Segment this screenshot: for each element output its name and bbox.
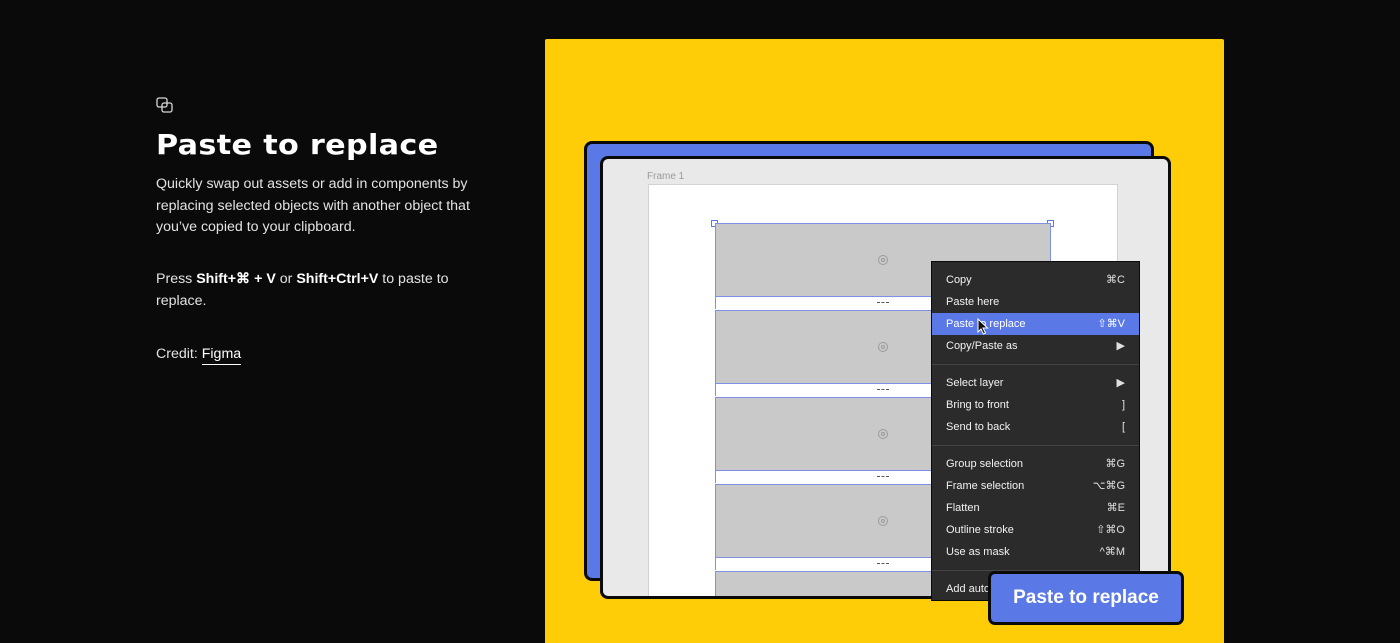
menu-label: Frame selection bbox=[946, 480, 1025, 492]
submenu-arrow-icon: ▶ bbox=[1116, 377, 1125, 389]
frame-label: Frame 1 bbox=[647, 171, 685, 182]
menu-item-flatten[interactable]: Flatten ⌘E bbox=[932, 497, 1139, 519]
menu-shortcut: ⌘C bbox=[1106, 274, 1125, 286]
paste-to-replace-callout: Paste to replace bbox=[988, 571, 1184, 625]
paste-layers-icon bbox=[156, 97, 173, 113]
shortcut-prefix: Press bbox=[156, 271, 197, 287]
menu-label: Group selection bbox=[946, 458, 1024, 470]
menu-label: Copy/Paste as bbox=[946, 340, 1018, 352]
shortcut-instructions: Press Shift+⌘ + V or Shift+Ctrl+V to pas… bbox=[156, 269, 476, 312]
mac-shortcut: Shift+⌘ + V bbox=[196, 271, 276, 287]
menu-item-group-selection[interactable]: Group selection ⌘G bbox=[932, 453, 1139, 475]
menu-item-send-to-back[interactable]: Send to back [ bbox=[932, 416, 1139, 438]
menu-shortcut: ⌘E bbox=[1106, 502, 1125, 514]
menu-label: Bring to front bbox=[946, 399, 1009, 411]
menu-item-copy[interactable]: Copy ⌘C bbox=[932, 269, 1139, 291]
menu-shortcut: ⇧⌘O bbox=[1096, 524, 1125, 536]
menu-item-select-layer[interactable]: Select layer ▶ bbox=[932, 372, 1139, 394]
credit-link-figma[interactable]: Figma bbox=[201, 346, 242, 365]
context-menu: Copy ⌘C Paste here Paste to replace ⇧⌘V Co… bbox=[931, 261, 1140, 601]
mouse-pointer-icon bbox=[977, 318, 989, 335]
menu-item-use-as-mask[interactable]: Use as mask ^⌘M bbox=[932, 541, 1139, 563]
menu-label: Outline stroke bbox=[946, 524, 1014, 536]
windows-shortcut: Shift+Ctrl+V bbox=[296, 271, 379, 287]
menu-shortcut: [ bbox=[1121, 421, 1125, 433]
menu-label: Use as mask bbox=[946, 546, 1010, 558]
menu-label: Send to back bbox=[946, 421, 1011, 433]
image-icon bbox=[878, 255, 888, 265]
menu-label: Paste here bbox=[946, 296, 1000, 308]
menu-label: Select layer bbox=[946, 377, 1004, 389]
illustration-panel: Frame 1 Copy ⌘C Paste here Paste to repla… bbox=[545, 39, 1224, 643]
menu-item-paste-to-replace[interactable]: Paste to replace ⇧⌘V bbox=[932, 313, 1139, 335]
credit-label: Credit: bbox=[156, 346, 202, 362]
menu-label: Copy bbox=[946, 274, 972, 286]
menu-item-copy-paste-as[interactable]: Copy/Paste as ▶ bbox=[932, 335, 1139, 357]
menu-shortcut: ⌘G bbox=[1105, 458, 1125, 470]
submenu-arrow-icon: ▶ bbox=[1116, 340, 1125, 352]
menu-shortcut: ] bbox=[1121, 399, 1125, 411]
menu-shortcut: ⇧⌘V bbox=[1097, 318, 1125, 330]
menu-label: Flatten bbox=[946, 502, 980, 514]
menu-item-outline-stroke[interactable]: Outline stroke ⇧⌘O bbox=[932, 519, 1139, 541]
credit-line: Credit: Figma bbox=[156, 344, 476, 366]
feature-title: Paste to replace bbox=[156, 128, 439, 161]
menu-divider bbox=[932, 445, 1139, 446]
menu-shortcut: ^⌘M bbox=[1099, 546, 1125, 558]
menu-item-frame-selection[interactable]: Frame selection ⌥⌘G bbox=[932, 475, 1139, 497]
image-icon bbox=[878, 342, 888, 352]
menu-item-bring-to-front[interactable]: Bring to front] bbox=[932, 394, 1139, 416]
image-icon bbox=[878, 429, 888, 439]
menu-item-paste-here[interactable]: Paste here bbox=[932, 291, 1139, 313]
shortcut-middle: or bbox=[275, 271, 297, 287]
image-icon bbox=[878, 516, 888, 526]
menu-divider bbox=[932, 364, 1139, 365]
menu-shortcut: ⌥⌘G bbox=[1092, 480, 1125, 492]
feature-description: Quickly swap out assets or add in compon… bbox=[156, 176, 470, 235]
